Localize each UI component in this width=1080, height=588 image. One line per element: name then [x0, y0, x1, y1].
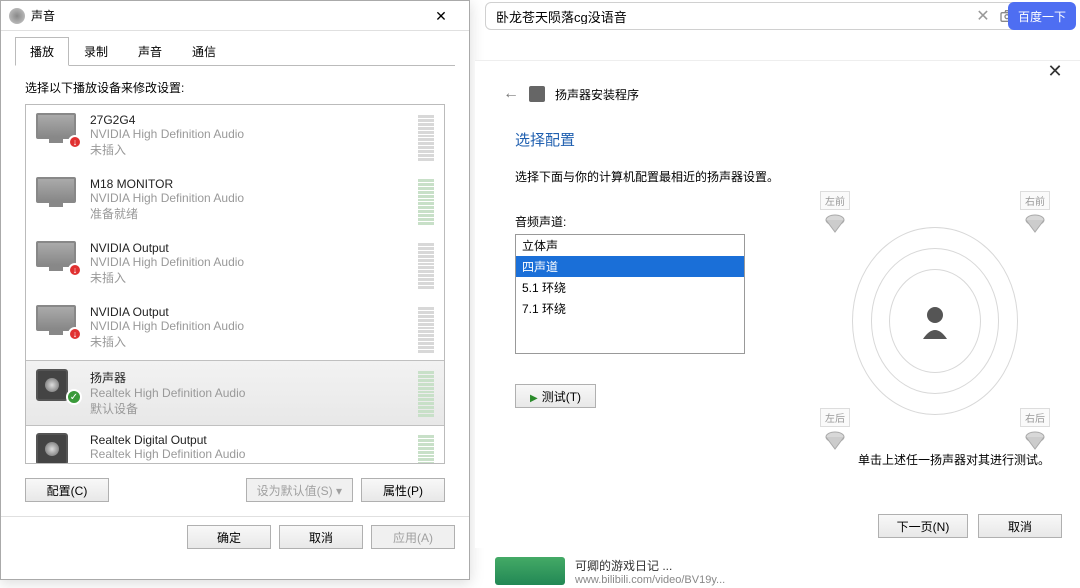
- properties-button[interactable]: 属性(P): [361, 478, 445, 502]
- default-badge-icon: ✓: [66, 389, 82, 405]
- dialog-title: 声音: [31, 7, 421, 24]
- search-button[interactable]: 百度一下: [1008, 2, 1076, 30]
- tab-playback[interactable]: 播放: [15, 37, 69, 66]
- device-name: 27G2G4: [90, 113, 406, 127]
- device-row[interactable]: ↓ NVIDIA OutputNVIDIA High Definition Aud…: [26, 233, 444, 297]
- device-row[interactable]: Realtek Digital OutputRealtek High Defin…: [26, 425, 444, 464]
- unplugged-badge-icon: ↓: [68, 327, 82, 341]
- speaker-icon: [36, 433, 78, 464]
- channel-option[interactable]: 5.1 环绕: [516, 277, 744, 298]
- device-name: NVIDIA Output: [90, 305, 406, 319]
- test-hint: 单击上述任一扬声器对其进行测试。: [858, 451, 1050, 468]
- device-row[interactable]: ✓ 扬声器Realtek High Definition Audio默认设备: [25, 360, 445, 426]
- tab-communications[interactable]: 通信: [177, 37, 231, 66]
- wizard-cancel-button[interactable]: 取消: [978, 514, 1062, 538]
- test-button[interactable]: 测试(T): [515, 384, 596, 408]
- wizard-description: 选择下面与你的计算机配置最相近的扬声器设置。: [515, 168, 1040, 185]
- device-status: 默认设备: [90, 400, 406, 417]
- titlebar: 声音 ✕: [1, 1, 469, 31]
- channel-listbox[interactable]: 立体声四声道5.1 环绕7.1 环绕: [515, 234, 745, 354]
- clear-icon[interactable]: ✕: [971, 4, 995, 28]
- device-row[interactable]: ↓ 27G2G4NVIDIA High Definition Audio未插入: [26, 105, 444, 169]
- wizard-close-icon[interactable]: ✕: [1040, 61, 1070, 82]
- device-name: NVIDIA Output: [90, 241, 406, 255]
- result-url: www.bilibili.com/video/BV19y...: [575, 574, 725, 586]
- sound-icon: [9, 8, 25, 24]
- device-name: M18 MONITOR: [90, 177, 406, 191]
- next-button[interactable]: 下一页(N): [878, 514, 968, 538]
- device-status: 未插入: [90, 141, 406, 158]
- result-thumbnail[interactable]: [495, 557, 565, 585]
- tab-sounds[interactable]: 声音: [123, 37, 177, 66]
- background-result: 可卿的游戏日记 ... www.bilibili.com/video/BV19y…: [495, 554, 1080, 588]
- speaker-rear-right[interactable]: 右后: [1020, 408, 1050, 451]
- device-list[interactable]: ↓27G2G4NVIDIA High Definition Audio未插入M1…: [25, 104, 445, 464]
- cancel-button[interactable]: 取消: [279, 525, 363, 549]
- result-title[interactable]: 可卿的游戏日记 ...: [575, 557, 725, 574]
- wizard-title: 扬声器安装程序: [555, 86, 639, 103]
- channel-option[interactable]: 四声道: [516, 256, 744, 277]
- device-status: 未插入: [90, 333, 406, 350]
- speaker-front-left[interactable]: 左前: [820, 191, 850, 234]
- tab-recording[interactable]: 录制: [69, 37, 123, 66]
- configure-button[interactable]: 配置(C): [25, 478, 109, 502]
- device-desc: NVIDIA High Definition Audio: [90, 127, 406, 141]
- sound-dialog: 声音 ✕ 播放 录制 声音 通信 选择以下播放设备来修改设置: ↓27G2G4N…: [0, 0, 470, 580]
- close-icon[interactable]: ✕: [421, 2, 461, 30]
- level-meter: [418, 179, 434, 225]
- speaker-diagram: 左前 右前 左后 右后: [820, 191, 1050, 451]
- channel-option[interactable]: 立体声: [516, 235, 744, 256]
- monitor-icon: ↓: [36, 113, 78, 145]
- level-meter: [418, 435, 434, 464]
- apply-button[interactable]: 应用(A): [371, 525, 455, 549]
- browser-search-bar: ✕: [485, 2, 1020, 30]
- device-status: 未插入: [90, 269, 406, 286]
- ok-button[interactable]: 确定: [187, 525, 271, 549]
- unplugged-badge-icon: ↓: [68, 135, 82, 149]
- level-meter: [418, 115, 434, 161]
- set-default-button[interactable]: 设为默认值(S) ▾: [246, 478, 353, 502]
- device-desc: NVIDIA High Definition Audio: [90, 319, 406, 333]
- device-row[interactable]: ↓ NVIDIA OutputNVIDIA High Definition Aud…: [26, 297, 444, 361]
- speaker-rear-left[interactable]: 左后: [820, 408, 850, 451]
- speaker-front-right[interactable]: 右前: [1020, 191, 1050, 234]
- monitor-icon: ↓: [36, 305, 78, 337]
- wizard-heading: 选择配置: [515, 129, 1040, 150]
- back-icon[interactable]: ←: [503, 85, 519, 103]
- listener-icon: [913, 299, 957, 343]
- unplugged-badge-icon: ↓: [68, 263, 82, 277]
- channel-option[interactable]: 7.1 环绕: [516, 298, 744, 319]
- monitor-icon: ↓: [36, 241, 78, 273]
- device-desc: NVIDIA High Definition Audio: [90, 255, 406, 269]
- device-name: 扬声器: [90, 369, 406, 386]
- device-name: Realtek Digital Output: [90, 433, 406, 447]
- device-desc: Realtek High Definition Audio: [90, 386, 406, 400]
- device-desc: NVIDIA High Definition Audio: [90, 191, 406, 205]
- monitor-icon: [36, 177, 78, 209]
- instruction-text: 选择以下播放设备来修改设置:: [1, 67, 469, 104]
- speaker-setup-wizard: ✕ ← 扬声器安装程序 选择配置 选择下面与你的计算机配置最相近的扬声器设置。 …: [475, 60, 1080, 548]
- device-desc: Realtek High Definition Audio: [90, 447, 406, 461]
- level-meter: [418, 371, 434, 417]
- speaker-icon: [529, 86, 545, 102]
- level-meter: [418, 307, 434, 353]
- tab-strip: 播放 录制 声音 通信: [1, 31, 469, 66]
- device-row[interactable]: M18 MONITORNVIDIA High Definition Audio准…: [26, 169, 444, 233]
- device-status: 准备就绪: [90, 205, 406, 222]
- speaker-icon: ✓: [36, 369, 78, 401]
- search-input[interactable]: [486, 9, 971, 24]
- level-meter: [418, 243, 434, 289]
